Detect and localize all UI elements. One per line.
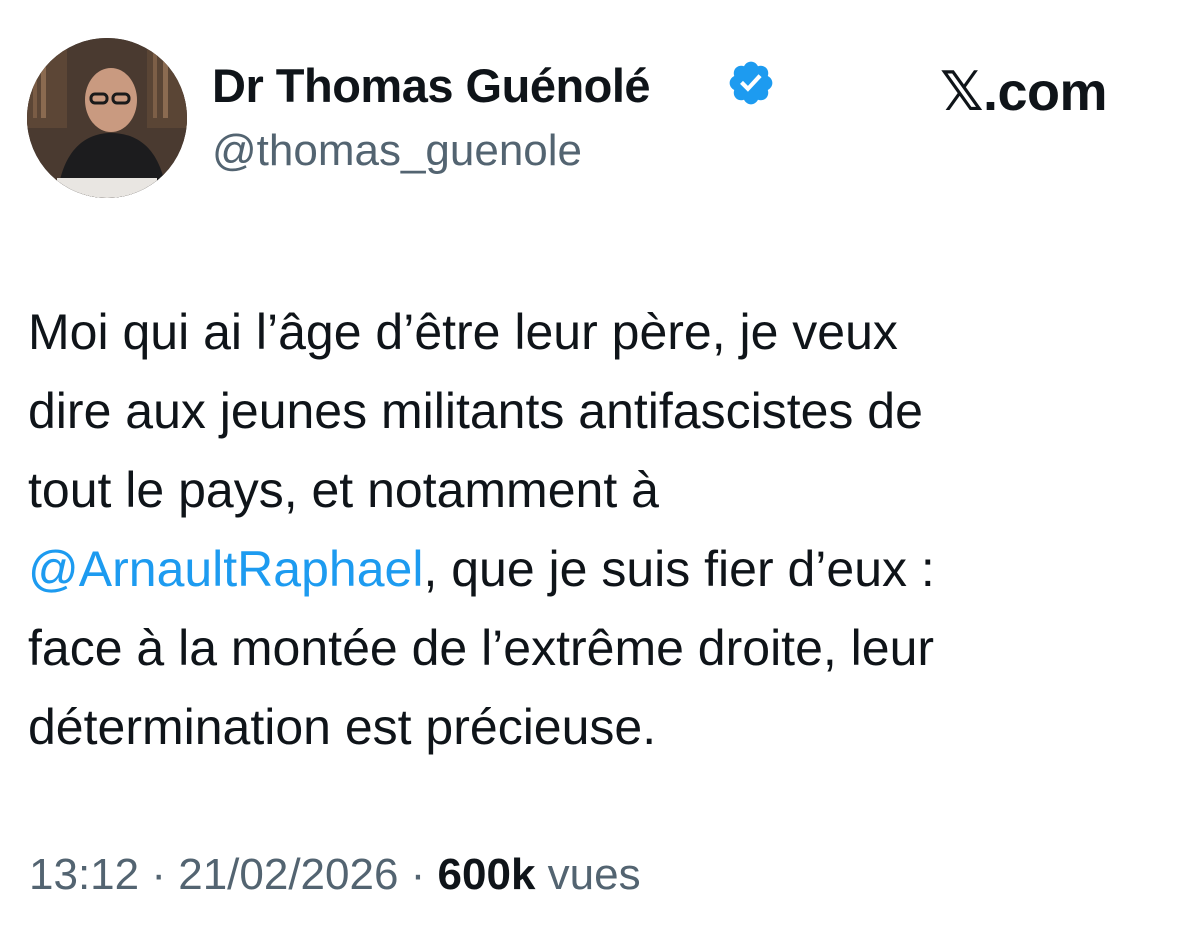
tweet-text: Moi qui ai l’âge d’être leur père, je ve… <box>28 293 1158 767</box>
x-brand: 𝕏.com <box>940 60 1108 123</box>
tweet-line: face à la montée de l’extrême droite, le… <box>28 620 935 676</box>
tweet-line: @ArnaultRaphael, que je suis fier d’eux … <box>28 530 1158 609</box>
avatar-portrait <box>27 38 187 198</box>
tweet-line: tout le pays, et notamment à <box>28 462 659 518</box>
tweet-line: Moi qui ai l’âge d’être leur père, je ve… <box>28 304 898 360</box>
tweet-line-text: , que je suis fier d’eux : <box>423 541 935 597</box>
meta-separator: · <box>139 850 179 899</box>
mention-link[interactable]: @ArnaultRaphael <box>28 541 423 597</box>
author-handle[interactable]: @thomas_guenole <box>212 126 582 176</box>
tweet-line: détermination est précieuse. <box>28 699 657 755</box>
tweet-date[interactable]: 21/02/2026 <box>178 850 398 899</box>
author-avatar[interactable] <box>27 38 187 198</box>
tweet-meta: 13:12 · 21/02/2026 · 600k vues <box>29 850 641 900</box>
author-display-name[interactable]: Dr Thomas Guénolé <box>212 58 651 113</box>
verified-badge-icon <box>729 61 773 105</box>
views-count: 600k <box>437 850 536 899</box>
tweet-time[interactable]: 13:12 <box>29 850 139 899</box>
views-label: vues <box>535 850 641 899</box>
meta-separator: · <box>398 850 438 899</box>
tweet-line: dire aux jeunes militants antifascistes … <box>28 383 923 439</box>
x-logo-icon: 𝕏 <box>940 62 984 122</box>
brand-domain: .com <box>983 62 1108 122</box>
